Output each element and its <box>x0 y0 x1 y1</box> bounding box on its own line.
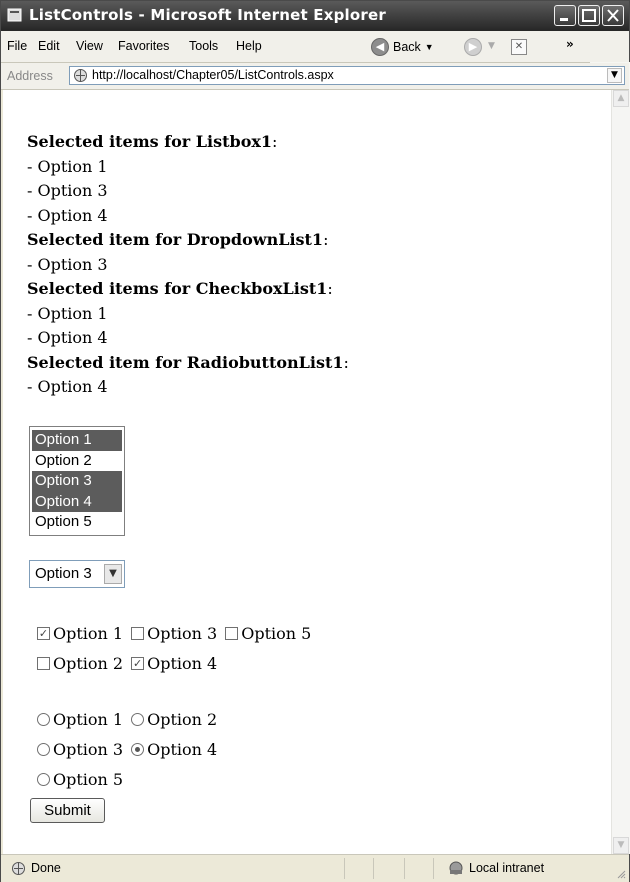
checkbox-checked-icon[interactable]: ✓ <box>131 656 145 670</box>
status-divider <box>433 858 434 879</box>
checkbox-result-item: - Option 1 <box>27 303 108 323</box>
checkbox-option-1[interactable]: ✓ Option 1 <box>37 624 123 643</box>
radiobuttonlist1: Option 1 Option 2 Option 3 Option 4 Opti… <box>37 704 225 794</box>
scroll-up-icon[interactable]: ▲ <box>613 90 629 107</box>
submit-button[interactable]: Submit <box>30 798 105 823</box>
back-label: Back <box>393 40 421 54</box>
title-bar: ListControls - Microsoft Internet Explor… <box>1 1 629 31</box>
browser-window: ListControls - Microsoft Internet Explor… <box>0 0 630 882</box>
listbox-option-1[interactable]: Option 1 <box>32 430 122 451</box>
radio-option-2[interactable]: Option 2 <box>131 710 217 729</box>
menu-help[interactable]: Help <box>236 39 262 53</box>
checkbox-option-3[interactable]: Option 3 <box>131 624 217 643</box>
listbox-option-4[interactable]: Option 4 <box>32 491 122 512</box>
chevron-down-icon[interactable]: ▼ <box>104 564 122 584</box>
dropdown-result-item: - Option 3 <box>27 254 108 274</box>
address-input[interactable]: http://localhost/Chapter05/ListControls.… <box>69 66 625 85</box>
listbox-option-3[interactable]: Option 3 <box>32 471 122 492</box>
window-title: ListControls - Microsoft Internet Explor… <box>29 6 386 24</box>
radio-dot <box>135 746 141 752</box>
dropdown-results-heading: Selected item for DropdownList1: <box>27 230 329 249</box>
listbox-result-item: - Option 4 <box>27 205 108 225</box>
status-divider <box>373 858 374 879</box>
stop-button[interactable]: ✕ <box>511 39 527 55</box>
radio-unchecked-icon[interactable] <box>37 772 50 786</box>
radio-checked-icon[interactable] <box>131 742 145 756</box>
radio-unchecked-icon[interactable] <box>37 712 50 726</box>
address-dropdown-icon[interactable]: ▼ <box>607 68 622 83</box>
dropdown-selected-value: Option 3 <box>35 565 92 582</box>
radio-unchecked-icon[interactable] <box>131 712 145 726</box>
toolbar-overflow-chevron[interactable]: » <box>566 37 574 51</box>
intranet-icon <box>449 861 463 875</box>
page-done-icon <box>12 862 25 875</box>
results-block: Selected items for Listbox1: - Option 1 … <box>27 130 349 400</box>
checkbox-checked-icon[interactable]: ✓ <box>37 626 50 640</box>
listbox-result-item: - Option 3 <box>27 181 108 200</box>
menu-view[interactable]: View <box>76 39 103 53</box>
menu-bar: File Edit View Favorites Tools Help ◀ Ba… <box>1 31 630 92</box>
listbox-option-2[interactable]: Option 2 <box>32 451 122 472</box>
back-dropdown-icon[interactable]: ▼ <box>425 42 434 52</box>
ie-icon <box>7 8 22 22</box>
menu-tools[interactable]: Tools <box>189 39 218 53</box>
status-text: Done <box>31 861 61 875</box>
maximize-button[interactable] <box>578 5 600 26</box>
address-url: http://localhost/Chapter05/ListControls.… <box>92 68 334 82</box>
security-zone: Local intranet <box>469 861 545 875</box>
listbox1[interactable]: Option 1 Option 2 Option 3 Option 4 Opti… <box>29 426 125 536</box>
resize-grip-icon[interactable] <box>616 869 626 879</box>
minimize-icon <box>560 18 568 21</box>
radio-unchecked-icon[interactable] <box>37 742 50 756</box>
checkbox-result-item: - Option 4 <box>27 328 108 347</box>
listbox-results-heading: Selected items for Listbox1: <box>27 132 278 151</box>
page-icon <box>74 69 87 82</box>
checkbox-unchecked-icon[interactable] <box>37 656 50 670</box>
address-label: Address <box>7 69 53 83</box>
checkbox-option-5[interactable]: Option 5 <box>225 624 311 643</box>
vertical-scrollbar[interactable]: ▲ ▼ <box>611 90 630 854</box>
menu-file[interactable]: File <box>7 39 27 53</box>
back-button[interactable]: ◀ Back ▼ <box>371 36 434 58</box>
listbox-result-item: - Option 1 <box>27 156 108 176</box>
status-bar: Done Local intranet <box>1 854 629 882</box>
status-divider <box>344 858 345 879</box>
menu-favorites[interactable]: Favorites <box>118 39 169 53</box>
radio-results-heading: Selected item for RadiobuttonList1: <box>27 352 349 372</box>
checkboxlist1: ✓ Option 1 Option 3 Option 5 Option 2 ✓ Op… <box>37 618 319 678</box>
back-arrow-icon: ◀ <box>371 38 389 56</box>
radio-result-item: - Option 4 <box>27 377 108 396</box>
maximize-icon <box>582 9 596 22</box>
forward-dropdown-icon[interactable]: ▼ <box>488 41 495 51</box>
close-icon <box>607 9 619 22</box>
radio-option-3[interactable]: Option 3 <box>37 740 123 759</box>
address-bar: Address http://localhost/Chapter05/ListC… <box>1 63 629 90</box>
dropdownlist1[interactable]: Option 3 ▼ <box>29 560 125 588</box>
status-divider <box>404 858 405 879</box>
checkbox-option-4[interactable]: ✓ Option 4 <box>131 654 217 673</box>
checkbox-unchecked-icon[interactable] <box>225 626 239 640</box>
radio-option-1[interactable]: Option 1 <box>37 710 123 729</box>
menu-edit[interactable]: Edit <box>38 39 60 53</box>
radio-option-4[interactable]: Option 4 <box>131 740 217 759</box>
radio-option-5[interactable]: Option 5 <box>37 770 123 789</box>
checkbox-option-2[interactable]: Option 2 <box>37 654 123 673</box>
checkbox-unchecked-icon[interactable] <box>131 626 145 640</box>
checkbox-results-heading: Selected items for CheckboxList1: <box>27 279 333 298</box>
page-content: Selected items for Listbox1: - Option 1 … <box>3 90 611 854</box>
forward-arrow-icon[interactable]: ▶ <box>464 38 482 56</box>
listbox-option-5[interactable]: Option 5 <box>32 512 122 533</box>
scroll-down-icon[interactable]: ▼ <box>613 837 629 854</box>
close-button[interactable] <box>602 5 624 26</box>
minimize-button[interactable] <box>554 5 576 26</box>
